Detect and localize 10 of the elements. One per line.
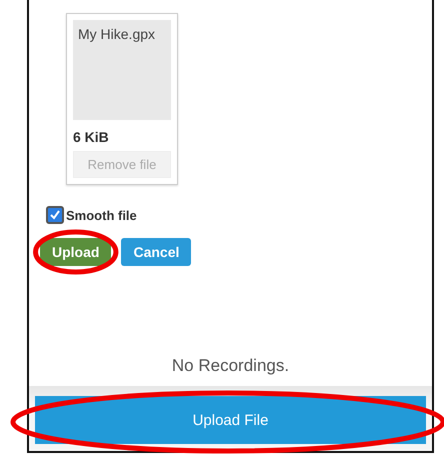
- smooth-checkbox[interactable]: [46, 206, 64, 224]
- remove-file-button[interactable]: Remove file: [73, 151, 171, 178]
- checkmark-icon: [50, 210, 60, 220]
- upload-file-button[interactable]: Upload File: [35, 396, 426, 444]
- cancel-button[interactable]: Cancel: [121, 238, 192, 266]
- file-size: 6 KiB: [73, 129, 110, 145]
- file-name: My Hike.gpx: [78, 26, 156, 42]
- empty-message: No Recordings.: [172, 356, 290, 375]
- upload-button[interactable]: Upload: [40, 238, 112, 266]
- checkbox-label: Smooth file: [66, 208, 137, 222]
